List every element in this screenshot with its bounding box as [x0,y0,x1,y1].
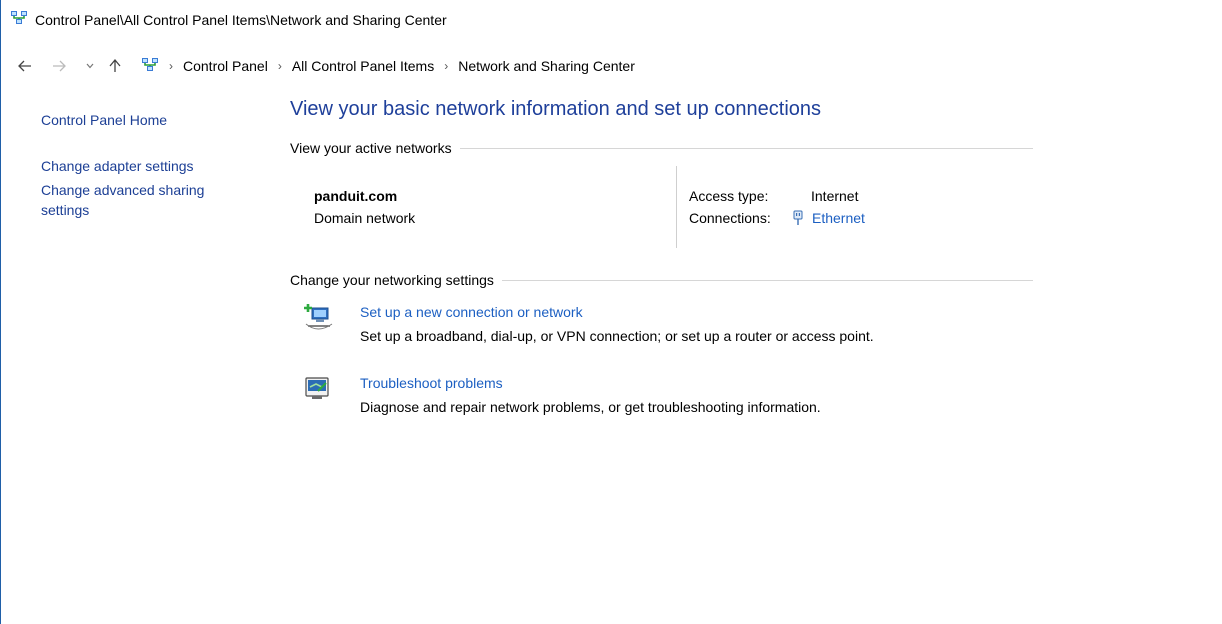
address-bar: › Control Panel › All Control Panel Item… [1,52,1222,80]
active-networks-heading: View your active networks [290,140,1033,156]
change-adapter-settings-link[interactable]: Change adapter settings [41,156,261,176]
vertical-divider [676,166,677,248]
network-type: Domain network [314,210,416,226]
section-divider [501,279,1033,281]
breadcrumb-separator-icon[interactable]: › [444,59,448,73]
networking-settings-heading: Change your networking settings [290,272,1033,288]
setup-connection-link[interactable]: Set up a new connection or network [360,304,583,320]
active-networks-heading-label: View your active networks [290,140,452,156]
breadcrumb: › Control Panel › All Control Panel Item… [141,52,635,80]
title-bar: Control Panel\All Control Panel Items\Ne… [1,0,1222,40]
left-task-pane: Control Panel Home Change adapter settin… [41,110,261,220]
forward-arrow-icon[interactable] [49,52,69,80]
networking-settings-heading-label: Change your networking settings [290,272,494,288]
section-divider [459,147,1033,149]
breadcrumb-separator-icon[interactable]: › [278,59,282,73]
ethernet-link[interactable]: Ethernet [812,210,865,226]
breadcrumb-network-sharing-center[interactable]: Network and Sharing Center [458,58,635,74]
connections-label: Connections: [689,210,771,226]
breadcrumb-separator-icon[interactable]: › [169,59,173,73]
change-advanced-sharing-link[interactable]: Change advanced sharing settings [41,180,231,220]
network-sharing-center-window: Control Panel\All Control Panel Items\Ne… [0,0,1222,624]
troubleshoot-description: Diagnose and repair network problems, or… [360,399,821,415]
up-arrow-icon[interactable] [105,52,125,80]
troubleshoot-link[interactable]: Troubleshoot problems [360,375,503,391]
ethernet-plug-icon [792,210,804,226]
troubleshoot-icon [304,375,334,403]
page-title: View your basic network information and … [290,98,822,120]
window-title: Control Panel\All Control Panel Items\Ne… [35,12,447,28]
access-type-value: Internet [811,188,859,204]
control-panel-home-link[interactable]: Control Panel Home [41,110,261,130]
main-content: View your basic network information and … [290,96,1050,415]
breadcrumb-all-items[interactable]: All Control Panel Items [292,58,434,74]
connections-value[interactable]: Ethernet [792,210,865,226]
setup-connection-description: Set up a broadband, dial-up, or VPN conn… [360,328,874,344]
back-arrow-icon[interactable] [15,52,35,80]
active-network-card: panduit.com Domain network Access type: … [290,166,1033,260]
network-name: panduit.com [314,188,398,204]
new-connection-icon [304,304,334,332]
network-center-icon [10,10,28,31]
address-network-icon [141,57,159,76]
recent-locations-chevron-icon[interactable] [83,52,97,80]
breadcrumb-control-panel[interactable]: Control Panel [183,58,268,74]
access-type-label: Access type: [689,188,769,204]
